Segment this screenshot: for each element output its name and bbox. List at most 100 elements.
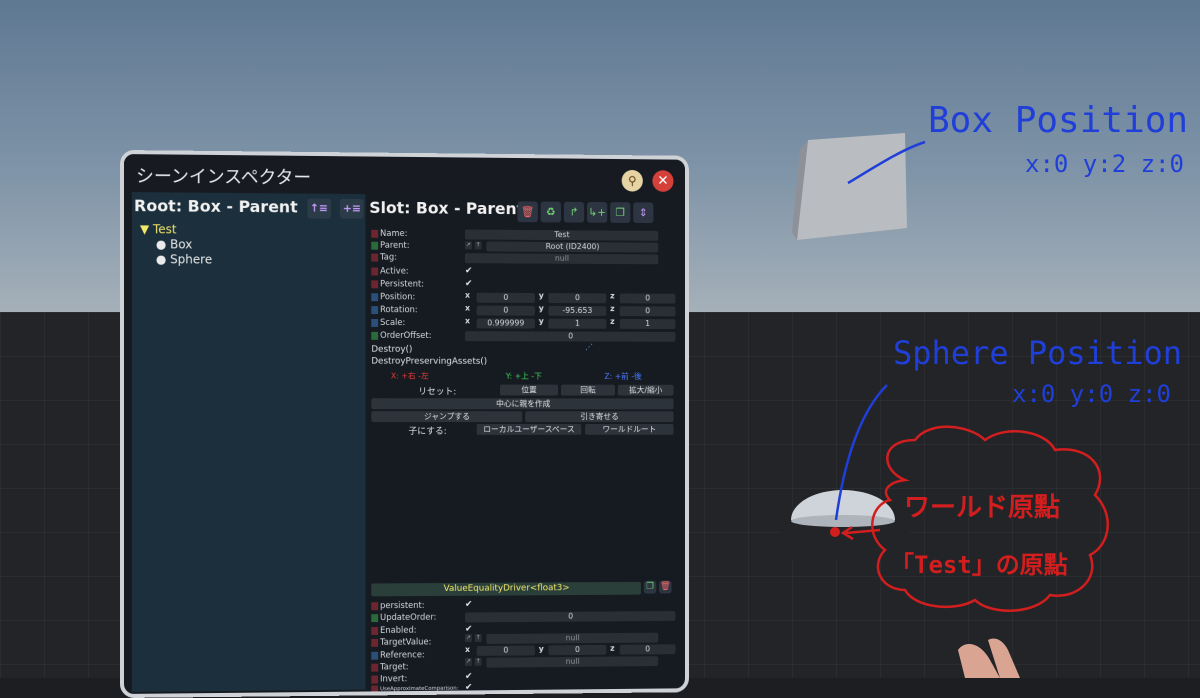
position-y-field[interactable]: 0 bbox=[548, 293, 607, 304]
close-button[interactable]: ✕ bbox=[652, 170, 674, 192]
reset-label: リセット: bbox=[418, 387, 457, 398]
useapprox-checkbox[interactable]: ✔ bbox=[465, 683, 475, 693]
component-duplicate-button[interactable]: ❐ bbox=[643, 580, 657, 594]
center-button[interactable]: ⇕ bbox=[633, 202, 654, 224]
scale-y-field[interactable]: 1 bbox=[548, 318, 607, 329]
field-icon bbox=[371, 651, 379, 660]
tree-item-box[interactable]: ● Box bbox=[140, 237, 212, 252]
invert-checkbox[interactable]: ✔ bbox=[465, 672, 475, 682]
hierarchy-tree: ▼ Test ● Box ● Sphere bbox=[140, 222, 212, 267]
tree-item-test[interactable]: ▼ Test bbox=[140, 222, 212, 237]
destroy-button[interactable]: Destroy() bbox=[371, 345, 412, 355]
reset-position-button[interactable]: 位置 bbox=[499, 384, 559, 396]
rotation-z-field[interactable]: 0 bbox=[619, 306, 676, 317]
bring-button[interactable]: 引き寄せる bbox=[525, 411, 674, 423]
field-icon bbox=[371, 266, 379, 275]
box-coords-label: x:0 y:2 z:0 bbox=[1025, 150, 1184, 178]
component-delete-button[interactable]: 🗑 bbox=[659, 580, 672, 594]
comp-persistent-checkbox[interactable]: ✔ bbox=[465, 600, 475, 610]
delete-slot-button[interactable]: 🗑 bbox=[517, 201, 538, 223]
scale-label: Scale: bbox=[371, 317, 405, 329]
tag-label: Tag: bbox=[371, 252, 397, 264]
field-icon bbox=[371, 241, 379, 250]
updateorder-field[interactable]: 0 bbox=[465, 611, 676, 623]
world-origin-label: ワールド原點 bbox=[904, 493, 1061, 523]
arrow-up-icon: ↑≡ bbox=[309, 201, 328, 215]
axis-z-label: z bbox=[610, 291, 615, 301]
jump-button[interactable]: ジャンプする bbox=[371, 411, 523, 423]
enabled-checkbox[interactable]: ✔ bbox=[465, 624, 475, 634]
move-up-button[interactable]: ↱ bbox=[563, 201, 585, 223]
scale-z-field[interactable]: 1 bbox=[619, 319, 676, 330]
add-child-button[interactable]: ↳+ bbox=[587, 201, 608, 223]
local-user-space-button[interactable]: ローカルユーザースペース bbox=[476, 424, 582, 435]
targetvalue-ref-button[interactable]: ↗ bbox=[465, 634, 472, 643]
axis-z-hint: Z: +前 -後 bbox=[604, 371, 642, 381]
arrow-down-icon: +≡ bbox=[342, 201, 361, 215]
orderoffset-label: OrderOffset: bbox=[371, 330, 431, 342]
position-z-field[interactable]: 0 bbox=[619, 293, 676, 304]
target-ref-button[interactable]: ↗ bbox=[465, 657, 472, 666]
root-up-button[interactable]: ↑≡ bbox=[307, 198, 331, 219]
field-icon bbox=[371, 305, 379, 314]
axis-x-label: x bbox=[465, 290, 471, 300]
axis-x-label: x bbox=[465, 316, 471, 326]
root-down-button[interactable]: +≡ bbox=[340, 198, 364, 219]
reference-x-field[interactable]: 0 bbox=[476, 645, 535, 656]
persistent-checkbox[interactable]: ✔ bbox=[465, 279, 475, 289]
scale-x-field[interactable]: 0.999999 bbox=[476, 318, 535, 329]
reset-rotation-button[interactable]: 回転 bbox=[560, 384, 615, 396]
position-x-field[interactable]: 0 bbox=[476, 292, 535, 303]
parent-ref-button[interactable]: ↗ bbox=[465, 241, 472, 250]
active-checkbox[interactable]: ✔ bbox=[465, 266, 475, 276]
parent-field[interactable]: Root (ID2400) bbox=[486, 241, 659, 253]
reference-z-field[interactable]: 0 bbox=[619, 644, 676, 655]
useapprox-label: UseApproximateComparison: bbox=[371, 683, 458, 696]
duplicate-icon: ❐ bbox=[615, 206, 626, 219]
reference-y-field[interactable]: 0 bbox=[548, 644, 607, 656]
world-root-button[interactable]: ワールドルート bbox=[585, 424, 674, 435]
tag-field[interactable]: null bbox=[465, 253, 659, 265]
field-icon bbox=[371, 613, 379, 622]
axis-x-hint: X: +右 -左 bbox=[390, 371, 429, 381]
arrow-up-right-icon: ↱ bbox=[569, 205, 579, 219]
rotation-x-field[interactable]: 0 bbox=[476, 305, 535, 316]
center-icon: ⇕ bbox=[638, 206, 648, 220]
rotation-y-field[interactable]: -95.653 bbox=[548, 305, 607, 317]
field-icon bbox=[371, 253, 379, 262]
duplicate-button[interactable]: ❐ bbox=[610, 202, 631, 223]
recycle-button[interactable]: ♻ bbox=[540, 201, 561, 223]
field-icon bbox=[371, 601, 379, 610]
pin-button[interactable]: ⚲ bbox=[621, 169, 643, 192]
field-icon bbox=[371, 684, 379, 693]
target-field[interactable]: null bbox=[486, 656, 659, 668]
persistent-label: Persistent: bbox=[371, 278, 424, 290]
parent-up-button[interactable]: ↑ bbox=[474, 241, 482, 250]
component-header[interactable]: ValueEqualityDriver<float3> bbox=[371, 581, 641, 597]
field-icon bbox=[371, 279, 379, 288]
axis-y-label: y bbox=[538, 644, 544, 654]
name-field[interactable]: Test bbox=[465, 229, 659, 241]
field-icon bbox=[371, 675, 379, 684]
reset-scale-button[interactable]: 拡大/縮小 bbox=[617, 384, 674, 396]
box-object bbox=[797, 133, 907, 240]
root-header: Root: Box - Parent ↑≡ +≡ bbox=[134, 196, 364, 219]
comp-persistent-label: persistent: bbox=[371, 600, 425, 612]
trash-icon: 🗑 bbox=[520, 205, 535, 219]
targetvalue-field[interactable]: null bbox=[486, 632, 659, 644]
slot-header: Slot: Box - Parent bbox=[369, 198, 525, 219]
axis-x-label: x bbox=[465, 645, 471, 654]
box-position-label: Box Position bbox=[928, 100, 1189, 141]
target-up-button[interactable]: ↑ bbox=[474, 657, 482, 666]
field-icon bbox=[371, 318, 379, 327]
tree-item-sphere[interactable]: ● Sphere bbox=[140, 252, 212, 267]
destroy-preserving-button[interactable]: DestroyPreservingAssets() bbox=[371, 357, 487, 367]
sphere-position-label: Sphere Position bbox=[893, 334, 1182, 372]
targetvalue-up-button[interactable]: ↑ bbox=[474, 634, 482, 643]
reference-label: Reference: bbox=[371, 649, 425, 661]
pin-icon: ⚲ bbox=[628, 173, 637, 188]
create-parent-button[interactable]: 中心に親を作成 bbox=[371, 398, 674, 410]
window-title: シーンインスペクター bbox=[135, 166, 312, 189]
rotation-label: Rotation: bbox=[371, 304, 418, 316]
orderoffset-field[interactable]: 0 bbox=[465, 331, 676, 342]
